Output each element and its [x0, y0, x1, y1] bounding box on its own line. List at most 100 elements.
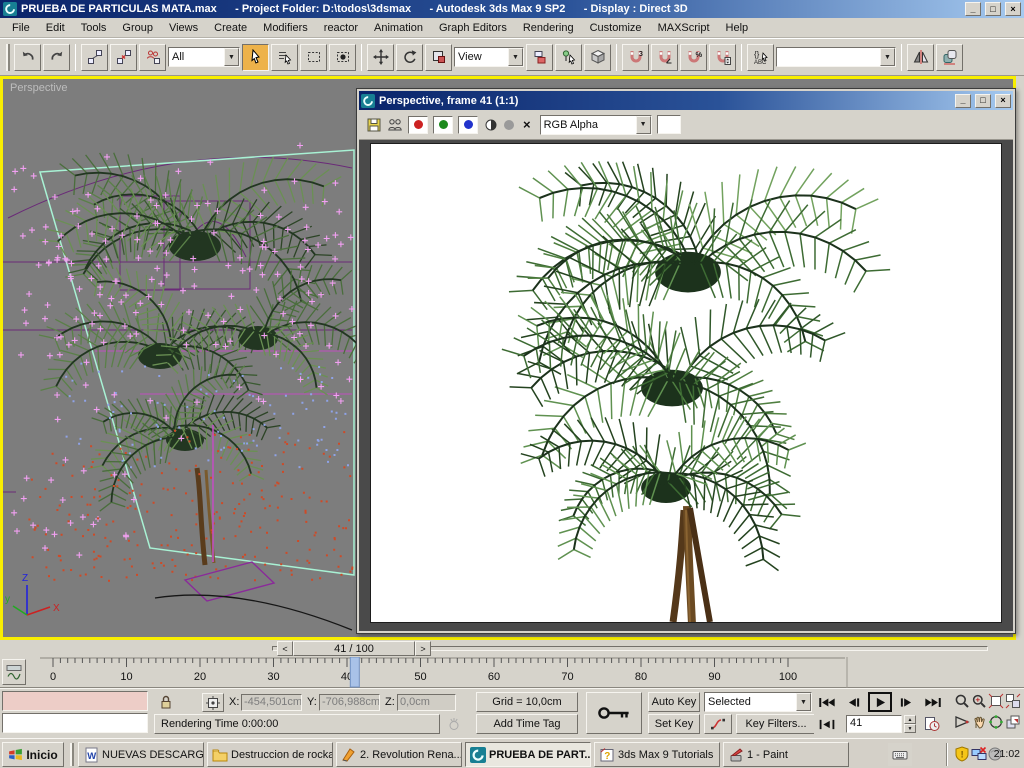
clone-window-icon[interactable] [387, 117, 403, 133]
zoom-all-button[interactable] [971, 692, 987, 709]
snap-angle-button[interactable] [651, 43, 678, 71]
chevron-down-icon[interactable]: ▼ [635, 115, 651, 134]
toolbar-grip[interactable] [6, 43, 10, 71]
prev-frame-arrow[interactable]: < [277, 641, 293, 656]
zoom-extents-button[interactable] [988, 692, 1004, 709]
taskbar-item-paint[interactable]: 1 - Paint [723, 742, 849, 767]
unlink-button[interactable] [110, 43, 137, 71]
menu-tools[interactable]: Tools [73, 19, 115, 37]
snap-spinner-button[interactable] [709, 43, 736, 71]
clear-x-icon[interactable]: × [519, 117, 535, 132]
y-coordinate-field[interactable]: -706,988cm [319, 694, 380, 711]
restore-button[interactable]: □ [985, 2, 1001, 16]
previous-frame-button[interactable] [842, 692, 866, 712]
current-frame-field[interactable]: 41 [846, 715, 902, 733]
z-coordinate-field[interactable]: 0,0cm [397, 694, 456, 711]
play-button[interactable] [868, 692, 892, 712]
zoom-extents-all-button[interactable] [1005, 692, 1021, 709]
bind-spacewarp-button[interactable] [139, 43, 166, 71]
taskbar-item-3dsmax-active[interactable]: PRUEBA DE PART... [465, 742, 591, 767]
channel-display-select[interactable]: RGB Alpha ▼ [539, 114, 652, 135]
minimize-button[interactable]: _ [955, 93, 971, 108]
window-crossing-button[interactable] [329, 43, 356, 71]
redo-button[interactable] [43, 43, 70, 71]
close-button[interactable]: × [1005, 2, 1021, 16]
render-window-titlebar[interactable]: Perspective, frame 41 (1:1) _ □ × [359, 91, 1013, 110]
chevron-down-icon[interactable]: ▼ [224, 48, 239, 66]
named-selection-select[interactable]: ▼ [776, 47, 896, 67]
close-button[interactable]: × [995, 93, 1011, 108]
taskbar-grip[interactable] [70, 743, 74, 766]
fov-button[interactable] [954, 713, 970, 730]
red-channel-button[interactable] [408, 115, 428, 134]
spinner-up-icon[interactable]: ▲ [904, 715, 916, 724]
mirror-button[interactable] [907, 43, 934, 71]
background-color-swatch[interactable] [656, 115, 681, 134]
add-time-tag-button[interactable]: Add Time Tag [476, 714, 578, 734]
auto-key-button[interactable]: Auto Key [648, 692, 700, 712]
set-key-button[interactable]: Set Key [648, 714, 700, 734]
menu-edit[interactable]: Edit [38, 19, 73, 37]
menu-create[interactable]: Create [206, 19, 255, 37]
time-config-button[interactable] [920, 714, 944, 734]
menu-maxscript[interactable]: MAXScript [650, 19, 718, 37]
menu-views[interactable]: Views [161, 19, 206, 37]
alpha-channel-icon[interactable] [504, 119, 514, 130]
chevron-down-icon[interactable]: ▼ [508, 48, 523, 66]
coord-system-select[interactable]: View ▼ [454, 47, 524, 67]
select-by-name-button[interactable] [271, 43, 298, 71]
menu-customize[interactable]: Customize [582, 19, 650, 37]
maximize-button[interactable]: □ [975, 93, 991, 108]
menu-modifiers[interactable]: Modifiers [255, 19, 316, 37]
start-button[interactable]: Inicio [2, 742, 64, 767]
menu-group[interactable]: Group [114, 19, 161, 37]
align-button[interactable] [936, 43, 963, 71]
key-filters-button[interactable]: Key Filters... [736, 714, 816, 734]
taskbar-item-word[interactable]: W NUEVAS DESCARG... [78, 742, 204, 767]
track-bar[interactable]: 0 10 20 30 40 50 60 70 80 90 100 [0, 657, 1024, 688]
frame-spinner[interactable]: ▲ ▼ [904, 715, 916, 733]
go-to-end-button[interactable] [920, 692, 946, 712]
network-error-icon[interactable] [971, 746, 987, 762]
taskbar-item-revolution[interactable]: 2. Revolution Rena... [336, 742, 462, 767]
time-slider-handle[interactable]: < 41 / 100 > [277, 641, 431, 656]
menu-reactor[interactable]: reactor [316, 19, 366, 37]
maxscript-mini-listener[interactable] [2, 713, 148, 733]
key-mode-toggle[interactable] [814, 714, 840, 734]
pan-button[interactable] [971, 713, 987, 730]
green-channel-button[interactable] [433, 115, 453, 134]
zoom-button[interactable] [954, 692, 970, 709]
next-frame-arrow[interactable]: > [415, 641, 431, 656]
rotate-button[interactable] [396, 43, 423, 71]
save-bitmap-icon[interactable] [366, 117, 382, 133]
x-coordinate-field[interactable]: -454,501cm [241, 694, 302, 711]
taskbar-item-tutorials[interactable]: ? 3ds Max 9 Tutorials [594, 742, 720, 767]
min-max-toggle-button[interactable] [1005, 713, 1021, 730]
chevron-down-icon[interactable]: ▼ [796, 693, 811, 711]
scale-button[interactable] [425, 43, 452, 71]
mono-channel-icon[interactable] [483, 117, 499, 133]
default-tangent-button[interactable] [704, 714, 732, 734]
next-frame-button[interactable] [894, 692, 918, 712]
snap-percent-button[interactable]: % [680, 43, 707, 71]
select-object-button[interactable] [242, 43, 269, 71]
go-to-start-button[interactable] [814, 692, 840, 712]
mini-curve-editor-button[interactable] [2, 659, 26, 685]
pivot-center-button[interactable] [526, 43, 553, 71]
manipulate-button[interactable] [555, 43, 582, 71]
minimize-button[interactable]: _ [965, 2, 981, 16]
arc-rotate-button[interactable] [988, 713, 1004, 730]
menu-graph-editors[interactable]: Graph Editors [431, 19, 515, 37]
marquee-region-button[interactable] [300, 43, 327, 71]
key-filter-select[interactable]: Selected ▼ [704, 692, 812, 712]
viewport-label[interactable]: Perspective [10, 82, 67, 94]
maxscript-macro-recorder[interactable] [2, 691, 148, 711]
keyboard-override-button[interactable] [584, 43, 611, 71]
language-keyboard-button[interactable] [888, 743, 912, 766]
security-shield-icon[interactable]: ! [954, 746, 970, 762]
set-keys-button[interactable] [586, 692, 642, 734]
blue-channel-button[interactable] [458, 115, 478, 134]
move-button[interactable] [367, 43, 394, 71]
selection-filter-select[interactable]: All ▼ [168, 47, 240, 67]
menu-rendering[interactable]: Rendering [515, 19, 582, 37]
